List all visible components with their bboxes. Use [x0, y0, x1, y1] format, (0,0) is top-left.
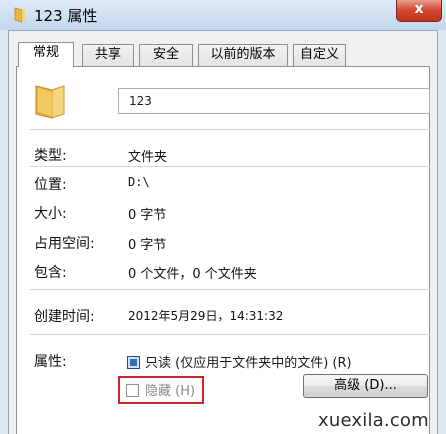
separator: [30, 289, 430, 290]
size-label: 大小:: [34, 206, 67, 222]
title-bar: 123 属性 x: [0, 0, 446, 30]
contains-label: 包含:: [34, 265, 67, 281]
location-value: D:\: [128, 175, 150, 189]
contains-value: 0 个文件，0 个文件夹: [128, 267, 257, 282]
folder-name-input[interactable]: 123: [118, 88, 430, 114]
created-value: 2012年5月29日，14:31:32: [128, 309, 284, 323]
attributes-label: 属性:: [34, 354, 67, 370]
size-on-disk-value: 0 字节: [128, 238, 167, 253]
separator: [30, 129, 430, 130]
type-label: 类型:: [34, 148, 67, 164]
location-label: 位置:: [34, 177, 67, 193]
tab-security[interactable]: 安全: [139, 44, 193, 66]
tab-customize[interactable]: 自定义: [293, 44, 346, 66]
tab-previous-versions[interactable]: 以前的版本: [198, 44, 288, 66]
size-value: 0 字节: [128, 208, 167, 223]
advanced-button[interactable]: 高级 (D)...: [303, 374, 428, 398]
window-title: 123 属性: [34, 7, 98, 25]
tab-general[interactable]: 常规: [18, 42, 74, 67]
hidden-checkbox[interactable]: [126, 384, 139, 397]
size-on-disk-label: 占用空间:: [34, 236, 95, 252]
tab-sharing[interactable]: 共享: [82, 44, 134, 66]
watermark: xuexila.com: [318, 410, 429, 431]
type-value: 文件夹: [128, 150, 168, 165]
folder-icon-large: [35, 85, 65, 119]
readonly-checkbox[interactable]: [127, 356, 140, 369]
close-icon: x: [414, 1, 424, 17]
created-label: 创建时间:: [34, 309, 95, 325]
separator: [30, 334, 430, 335]
separator: [30, 166, 430, 167]
hidden-label[interactable]: 隐藏 (H): [145, 380, 195, 399]
folder-icon: [14, 7, 25, 23]
close-button[interactable]: x: [396, 0, 442, 22]
readonly-label[interactable]: 只读 (仅应用于文件夹中的文件) (R): [145, 352, 352, 371]
